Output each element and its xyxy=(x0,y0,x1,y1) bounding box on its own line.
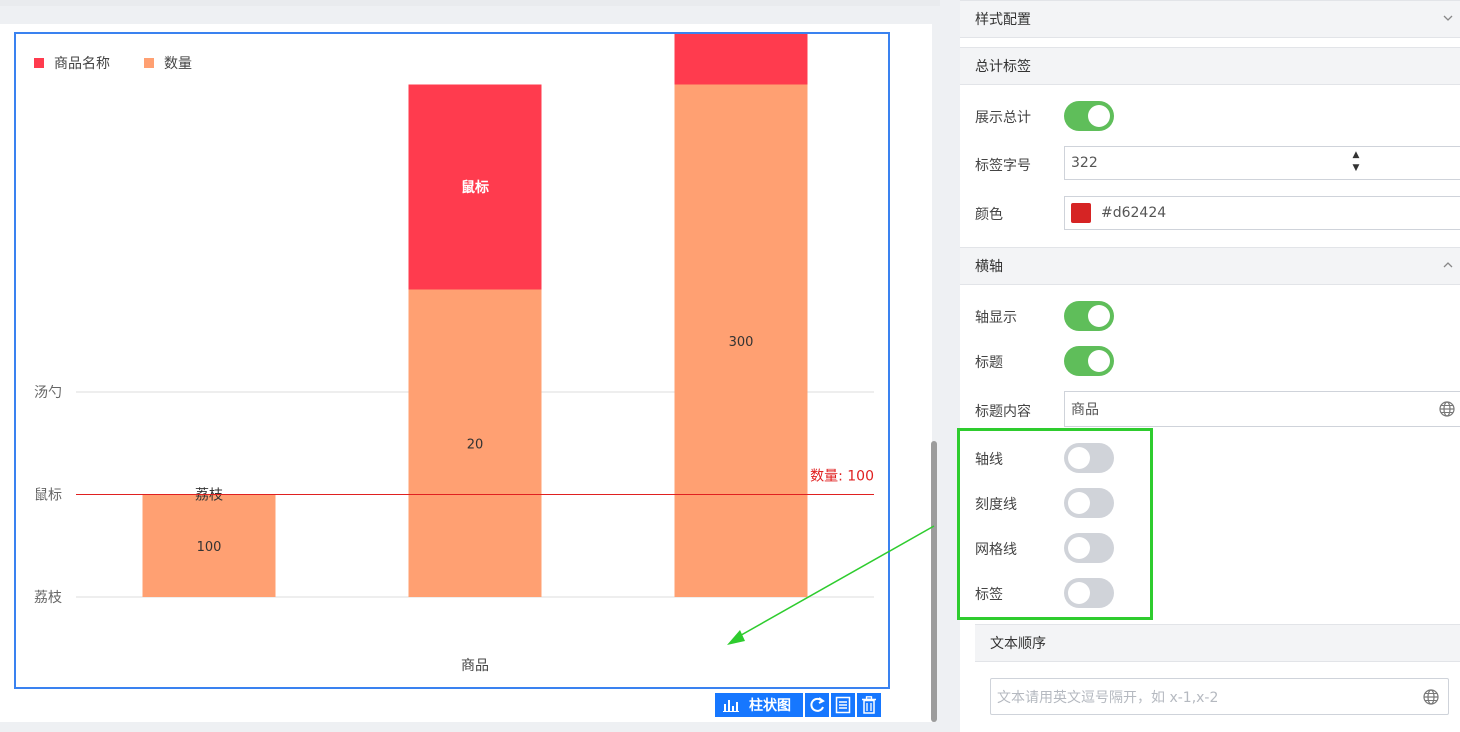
legend-swatch xyxy=(144,58,154,68)
chart-type-button[interactable]: 柱状图 xyxy=(715,693,803,717)
stepper-up-icon[interactable]: ▲ xyxy=(1353,149,1360,162)
toggle-knob xyxy=(1088,350,1110,372)
globe-icon[interactable] xyxy=(1439,401,1455,417)
color-picker[interactable]: #d62424 xyxy=(1064,196,1460,230)
number-stepper[interactable]: ▲ ▼ xyxy=(1351,149,1361,175)
bar-chart: 商品名称数量荔枝鼠标汤勺100荔枝20鼠标300汤勺数量: 100商品 xyxy=(34,34,874,674)
markline-label: 数量: 100 xyxy=(810,469,874,485)
title-content-label: 标题内容 xyxy=(975,404,1031,420)
bar-quantity-label: 300 xyxy=(729,335,754,350)
title-content-input[interactable]: 商品 xyxy=(1064,391,1460,427)
axis-show-label: 轴显示 xyxy=(975,310,1017,326)
section-text-order[interactable]: 文本顺序 xyxy=(975,624,1460,662)
bar-name-label: 鼠标 xyxy=(461,179,489,196)
refresh-button[interactable] xyxy=(805,693,829,717)
color-swatch[interactable] xyxy=(1071,203,1091,223)
toggle-knob xyxy=(1068,537,1090,559)
data-button[interactable] xyxy=(831,693,855,717)
y-tick-label: 汤勺 xyxy=(34,385,62,401)
legend-label: 数量 xyxy=(164,56,192,72)
legend-swatch xyxy=(34,58,44,68)
bar-quantity-label: 20 xyxy=(467,437,484,452)
axis-line-toggle[interactable] xyxy=(1064,443,1114,473)
title-toggle[interactable] xyxy=(1064,346,1114,376)
chart-type-label: 柱状图 xyxy=(749,698,791,714)
refresh-icon xyxy=(810,697,825,712)
title-content-value: 商品 xyxy=(1071,402,1099,418)
canvas-scrollbar[interactable] xyxy=(931,441,937,722)
text-order-input[interactable]: 文本请用英文逗号隔开，如 x-1,x-2 xyxy=(990,678,1449,715)
top-strip xyxy=(0,0,940,6)
tick-line-toggle[interactable] xyxy=(1064,488,1114,518)
show-total-label: 展示总计 xyxy=(975,110,1031,126)
globe-icon[interactable] xyxy=(1423,689,1439,705)
axis-show-toggle[interactable] xyxy=(1064,301,1114,331)
title-label: 标题 xyxy=(975,355,1003,371)
bar-quantity-label: 100 xyxy=(197,540,222,555)
label-font-size-value: 322 xyxy=(1071,155,1098,171)
trash-icon xyxy=(862,696,876,714)
section-title: 样式配置 xyxy=(975,12,1031,28)
section-title: 总计标签 xyxy=(975,59,1031,75)
property-panel: 样式配置 总计标签 展示总计 标签字号 322 ▲ ▼ 颜色 #d62424 横… xyxy=(960,0,1460,732)
section-title: 横轴 xyxy=(975,259,1003,275)
bar-name-label: 荔枝 xyxy=(195,488,223,504)
section-title: 文本顺序 xyxy=(990,636,1046,652)
bar-chart-icon xyxy=(723,700,739,712)
color-label: 颜色 xyxy=(975,207,1003,223)
label-toggle[interactable] xyxy=(1064,578,1114,608)
bar-name xyxy=(674,34,808,85)
tick-line-label: 刻度线 xyxy=(975,497,1017,513)
color-value: #d62424 xyxy=(1101,205,1167,221)
label-font-size-label: 标签字号 xyxy=(975,158,1031,174)
chart-toolbar: 柱状图 xyxy=(715,693,881,717)
legend-label: 商品名称 xyxy=(54,56,110,72)
toggle-knob xyxy=(1068,492,1090,514)
chart-frame[interactable]: 商品名称数量荔枝鼠标汤勺100荔枝20鼠标300汤勺数量: 100商品 xyxy=(14,32,890,689)
show-total-toggle[interactable] xyxy=(1064,101,1114,131)
y-tick-label: 鼠标 xyxy=(34,488,62,504)
label-font-size-input[interactable]: 322 ▲ ▼ xyxy=(1064,146,1460,180)
stepper-down-icon[interactable]: ▼ xyxy=(1353,162,1360,175)
delete-button[interactable] xyxy=(857,693,881,717)
chevron-up-icon xyxy=(1443,262,1453,268)
y-tick-label: 荔枝 xyxy=(34,590,62,606)
section-total-label[interactable]: 总计标签 xyxy=(960,47,1460,85)
section-style-config[interactable]: 样式配置 xyxy=(960,0,1460,38)
section-x-axis[interactable]: 横轴 xyxy=(960,247,1460,285)
grid-line-toggle[interactable] xyxy=(1064,533,1114,563)
toggle-knob xyxy=(1088,305,1110,327)
axis-line-label: 轴线 xyxy=(975,452,1003,468)
document-icon xyxy=(835,696,851,714)
toggle-knob xyxy=(1088,105,1110,127)
toggle-knob xyxy=(1068,582,1090,604)
text-order-placeholder: 文本请用英文逗号隔开，如 x-1,x-2 xyxy=(997,689,1219,706)
label-label: 标签 xyxy=(975,587,1003,603)
toggle-knob xyxy=(1068,447,1090,469)
grid-line-label: 网格线 xyxy=(975,542,1017,558)
x-axis-title: 商品 xyxy=(461,658,489,674)
chevron-down-icon xyxy=(1443,15,1453,21)
